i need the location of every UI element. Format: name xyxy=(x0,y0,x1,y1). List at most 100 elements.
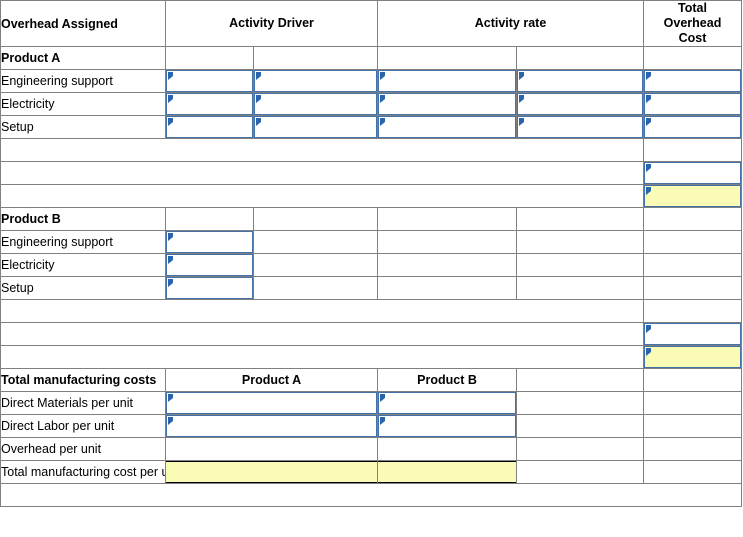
input-box[interactable] xyxy=(644,93,741,115)
input-box[interactable] xyxy=(644,70,741,92)
input-box[interactable] xyxy=(644,116,741,138)
product-b-total-overhead-row xyxy=(0,322,743,346)
product-a-title-blank-5 xyxy=(643,46,743,70)
column-header-activity-rate: Activity rate xyxy=(377,0,645,47)
product-a-title-row: Product A xyxy=(0,46,743,70)
product-a-title: Product A xyxy=(0,46,166,70)
direct-materials-blank-2 xyxy=(643,391,743,415)
input-box[interactable] xyxy=(166,70,253,92)
product-a-title-blank-1 xyxy=(165,46,254,70)
product-a-total-overhead-input-cell[interactable] xyxy=(643,161,743,185)
input-box[interactable] xyxy=(166,415,377,437)
answer-input-box[interactable] xyxy=(644,346,741,368)
input-box[interactable] xyxy=(166,116,253,138)
product-a-engineering-support-driver-cell[interactable] xyxy=(165,69,254,93)
product-b-engineering-support-driver-qty-cell xyxy=(252,230,379,254)
product-b-title-blank-2 xyxy=(252,207,379,231)
product-a-setup-rate-amount-cell[interactable] xyxy=(516,115,645,139)
input-box[interactable] xyxy=(166,254,253,276)
product-b-setup-rate-cell xyxy=(377,276,518,300)
input-box[interactable] xyxy=(166,277,253,299)
product-a-total-overhead-merged xyxy=(0,161,645,185)
product-b-title-blank-5 xyxy=(643,207,743,231)
input-box[interactable] xyxy=(166,231,253,253)
product-a-setup-rate-cell[interactable] xyxy=(377,115,518,139)
table-row: Engineering support xyxy=(0,230,743,254)
product-a-electricity-driver-cell[interactable] xyxy=(165,92,254,116)
input-box[interactable] xyxy=(254,116,377,138)
product-b-title-blank-1 xyxy=(165,207,254,231)
product-a-item-label-engineering-support: Engineering support xyxy=(0,69,166,93)
product-b-answer-row xyxy=(0,345,743,369)
direct-labor-blank-1 xyxy=(516,414,645,438)
product-b-item-label-setup: Setup xyxy=(0,276,166,300)
input-box[interactable] xyxy=(254,93,377,115)
product-b-title: Product B xyxy=(0,207,166,231)
product-a-answer-merged xyxy=(0,184,645,208)
product-b-answer-cell[interactable] xyxy=(643,345,743,369)
input-box[interactable] xyxy=(517,70,643,92)
input-box[interactable] xyxy=(378,116,516,138)
input-box[interactable] xyxy=(517,93,643,115)
product-b-engineering-support-driver-cell[interactable] xyxy=(165,230,254,254)
answer-input-box[interactable] xyxy=(378,461,516,483)
direct-materials-product-b-cell[interactable] xyxy=(377,391,518,415)
product-b-setup-driver-cell[interactable] xyxy=(165,276,254,300)
input-box[interactable] xyxy=(378,392,516,414)
product-a-electricity-rate-amount-cell[interactable] xyxy=(516,92,645,116)
totals-table-title: Total manufacturing costs xyxy=(0,368,166,392)
column-header-overhead-assigned: Overhead Assigned xyxy=(0,0,166,47)
product-a-answer-cell[interactable] xyxy=(643,184,743,208)
total-cost-per-unit-product-a-cell[interactable] xyxy=(164,460,379,484)
product-b-electricity-driver-qty-cell xyxy=(252,253,379,277)
input-box[interactable] xyxy=(254,70,377,92)
input-box[interactable] xyxy=(378,415,516,437)
product-b-electricity-total-cost-cell xyxy=(643,253,743,277)
column-header-total-overhead-cost: Total Overhead Cost xyxy=(643,0,743,47)
product-b-spacer-total-cell xyxy=(643,299,743,323)
overhead-per-unit-product-a-cell xyxy=(164,437,379,461)
product-b-total-overhead-merged xyxy=(0,322,645,346)
product-a-engineering-support-total-cost-cell[interactable] xyxy=(643,69,743,93)
product-a-setup-driver-cell[interactable] xyxy=(165,115,254,139)
product-a-engineering-support-driver-qty-cell[interactable] xyxy=(252,69,379,93)
product-b-total-overhead-input-cell[interactable] xyxy=(643,322,743,346)
input-box[interactable] xyxy=(644,323,741,345)
overhead-per-unit-blank-1 xyxy=(516,437,645,461)
product-a-setup-driver-qty-cell[interactable] xyxy=(252,115,379,139)
answer-input-box[interactable] xyxy=(166,461,377,483)
product-a-spacer-total-cell xyxy=(643,138,743,162)
table-row: Total manufacturing cost per unit xyxy=(0,460,743,484)
total-overhead-cost-line-1: Total xyxy=(678,1,707,16)
product-a-spacer-row xyxy=(0,138,743,162)
input-box[interactable] xyxy=(166,93,253,115)
product-a-title-blank-3 xyxy=(377,46,518,70)
input-box[interactable] xyxy=(517,116,643,138)
input-box[interactable] xyxy=(644,162,741,184)
table-row: Direct Labor per unit xyxy=(0,414,743,438)
total-cost-per-unit-product-b-cell[interactable] xyxy=(377,460,518,484)
product-b-spacer-merged xyxy=(0,299,645,323)
total-overhead-cost-line-2: Overhead xyxy=(663,16,722,30)
product-a-engineering-support-rate-cell[interactable] xyxy=(377,69,518,93)
column-header-activity-driver: Activity Driver xyxy=(164,0,379,47)
product-b-setup-rate-amount-cell xyxy=(516,276,645,300)
product-b-engineering-support-total-cost-cell xyxy=(643,230,743,254)
input-box[interactable] xyxy=(378,93,516,115)
direct-labor-product-a-cell[interactable] xyxy=(164,414,379,438)
product-b-title-blank-3 xyxy=(377,207,518,231)
table-row: Direct Materials per unit xyxy=(0,391,743,415)
product-b-electricity-driver-cell[interactable] xyxy=(165,253,254,277)
direct-materials-product-a-cell[interactable] xyxy=(164,391,379,415)
product-a-electricity-rate-cell[interactable] xyxy=(377,92,518,116)
product-a-setup-total-cost-cell[interactable] xyxy=(643,115,743,139)
input-box[interactable] xyxy=(166,392,377,414)
product-a-electricity-driver-qty-cell[interactable] xyxy=(252,92,379,116)
answer-input-box[interactable] xyxy=(644,185,741,207)
product-a-engineering-support-rate-amount-cell[interactable] xyxy=(516,69,645,93)
product-b-title-blank-4 xyxy=(516,207,645,231)
direct-labor-product-b-cell[interactable] xyxy=(377,414,518,438)
overhead-per-unit-product-b-cell xyxy=(377,437,518,461)
product-a-electricity-total-cost-cell[interactable] xyxy=(643,92,743,116)
input-box[interactable] xyxy=(378,70,516,92)
